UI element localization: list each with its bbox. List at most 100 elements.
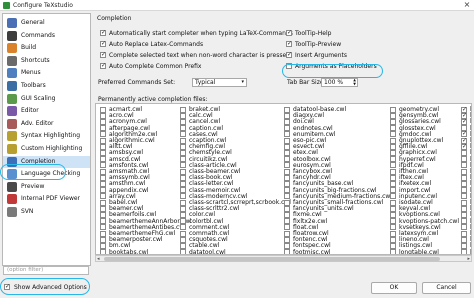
option-checkbox[interactable] <box>286 40 292 47</box>
file-checkbox[interactable] <box>390 205 396 212</box>
file-checkbox[interactable] <box>180 162 186 169</box>
file-checkbox[interactable] <box>180 187 186 194</box>
file-checkbox[interactable] <box>390 224 396 231</box>
file-checkbox[interactable] <box>284 162 290 169</box>
file-checkbox[interactable] <box>461 230 467 237</box>
sidebar-item-custom-highlighting[interactable]: Custom Highlighting <box>3 143 90 155</box>
option-checkbox[interactable] <box>100 40 106 47</box>
file-checkbox[interactable] <box>180 242 186 249</box>
option-checkbox[interactable] <box>286 51 292 58</box>
ok-button[interactable]: OK <box>371 282 417 294</box>
file-checkbox[interactable] <box>390 193 396 200</box>
file-checkbox[interactable] <box>284 211 290 218</box>
file-checkbox[interactable] <box>461 193 467 200</box>
file-checkbox[interactable] <box>180 143 186 150</box>
sidebar-item-build[interactable]: Build <box>3 42 90 54</box>
tab-bar-size-spinbox[interactable]: 100 % ▲ ▼ <box>321 78 358 87</box>
file-checkbox[interactable] <box>180 131 186 138</box>
spin-down-icon[interactable]: ▼ <box>353 82 356 87</box>
file-checkbox[interactable] <box>284 106 290 113</box>
file-checkbox[interactable] <box>390 112 396 119</box>
file-checkbox[interactable] <box>390 211 396 218</box>
file-checkbox[interactable] <box>461 224 467 231</box>
file-checkbox[interactable] <box>284 125 290 132</box>
option-checkbox[interactable] <box>286 29 292 36</box>
sidebar-item-editor[interactable]: Editor <box>3 105 90 117</box>
file-checkbox[interactable] <box>180 236 186 243</box>
file-checkbox[interactable] <box>284 168 290 175</box>
file-checkbox[interactable] <box>180 180 186 187</box>
sidebar-item-internal-pdf-viewer[interactable]: Internal PDF Viewer <box>3 193 90 205</box>
file-checkbox[interactable] <box>100 168 106 175</box>
file-checkbox[interactable] <box>284 131 290 138</box>
close-icon[interactable]: × <box>463 1 471 9</box>
file-checkbox[interactable] <box>461 143 467 150</box>
option-checkbox[interactable] <box>100 51 106 58</box>
file-checkbox[interactable] <box>390 168 396 175</box>
file-checkbox[interactable] <box>461 156 467 163</box>
file-checkbox[interactable] <box>100 180 106 187</box>
file-checkbox[interactable] <box>390 118 396 125</box>
file-checkbox[interactable] <box>284 137 290 144</box>
file-checkbox[interactable] <box>180 149 186 156</box>
sidebar-item-toolbars[interactable]: Toolbars <box>3 80 90 92</box>
file-checkbox[interactable] <box>100 149 106 156</box>
file-checkbox[interactable] <box>461 174 467 181</box>
file-checkbox[interactable] <box>284 199 290 206</box>
file-checkbox[interactable] <box>390 236 396 243</box>
sidebar-item-commands[interactable]: Commands <box>3 30 90 42</box>
file-checkbox[interactable] <box>461 118 467 125</box>
file-checkbox[interactable] <box>180 224 186 231</box>
file-checkbox[interactable] <box>180 118 186 125</box>
file-checkbox[interactable] <box>461 187 467 194</box>
file-checkbox[interactable] <box>461 180 467 187</box>
file-checkbox[interactable] <box>461 149 467 156</box>
file-checkbox[interactable] <box>284 149 290 156</box>
file-checkbox[interactable] <box>390 156 396 163</box>
file-checkbox[interactable] <box>180 137 186 144</box>
file-checkbox[interactable] <box>284 112 290 119</box>
file-checkbox[interactable] <box>180 156 186 163</box>
file-checkbox[interactable] <box>100 125 106 132</box>
file-checkbox[interactable] <box>100 174 106 181</box>
file-checkbox[interactable] <box>390 230 396 237</box>
sidebar-item-syntax-highlighting[interactable]: Syntax Highlighting <box>3 130 90 142</box>
files-horizontal-scrollbar[interactable]: ◂ ▸ <box>95 255 472 262</box>
file-checkbox[interactable] <box>180 174 186 181</box>
file-checkbox[interactable] <box>180 106 186 113</box>
file-checkbox[interactable] <box>100 199 106 206</box>
sidebar-item-menus[interactable]: Menus <box>3 67 90 79</box>
file-checkbox[interactable] <box>390 137 396 144</box>
file-checkbox[interactable] <box>461 211 467 218</box>
sidebar-item-gui-scaling[interactable]: GUI Scaling <box>3 93 90 105</box>
file-checkbox[interactable] <box>180 211 186 218</box>
file-checkbox[interactable] <box>284 205 290 212</box>
scroll-left-icon[interactable]: ◂ <box>97 256 100 262</box>
file-checkbox[interactable] <box>390 162 396 169</box>
sidebar-item-general[interactable]: General <box>3 17 90 29</box>
file-checkbox[interactable] <box>461 168 467 175</box>
file-checkbox[interactable] <box>100 230 106 237</box>
file-checkbox[interactable] <box>100 211 106 218</box>
sidebar-item-adv-editor[interactable]: Adv. Editor <box>3 118 90 130</box>
preferred-commands-select[interactable]: Typical ▾ <box>192 78 247 87</box>
file-checkbox[interactable] <box>284 156 290 163</box>
file-checkbox[interactable] <box>100 242 106 249</box>
file-checkbox[interactable] <box>390 242 396 249</box>
file-checkbox[interactable] <box>284 174 290 181</box>
scroll-right-icon[interactable]: ▸ <box>467 256 470 262</box>
file-checkbox[interactable] <box>100 193 106 200</box>
scrollbar-thumb[interactable] <box>104 257 440 261</box>
file-checkbox[interactable] <box>390 143 396 150</box>
file-checkbox[interactable] <box>180 125 186 132</box>
file-checkbox[interactable] <box>100 187 106 194</box>
file-checkbox[interactable] <box>100 205 106 212</box>
file-checkbox[interactable] <box>461 162 467 169</box>
file-checkbox[interactable] <box>390 125 396 132</box>
file-checkbox[interactable] <box>390 174 396 181</box>
file-checkbox[interactable] <box>390 187 396 194</box>
file-checkbox[interactable] <box>100 131 106 138</box>
file-checkbox[interactable] <box>100 162 106 169</box>
sidebar-item-shortcuts[interactable]: Shortcuts <box>3 55 90 67</box>
file-checkbox[interactable] <box>100 106 106 113</box>
